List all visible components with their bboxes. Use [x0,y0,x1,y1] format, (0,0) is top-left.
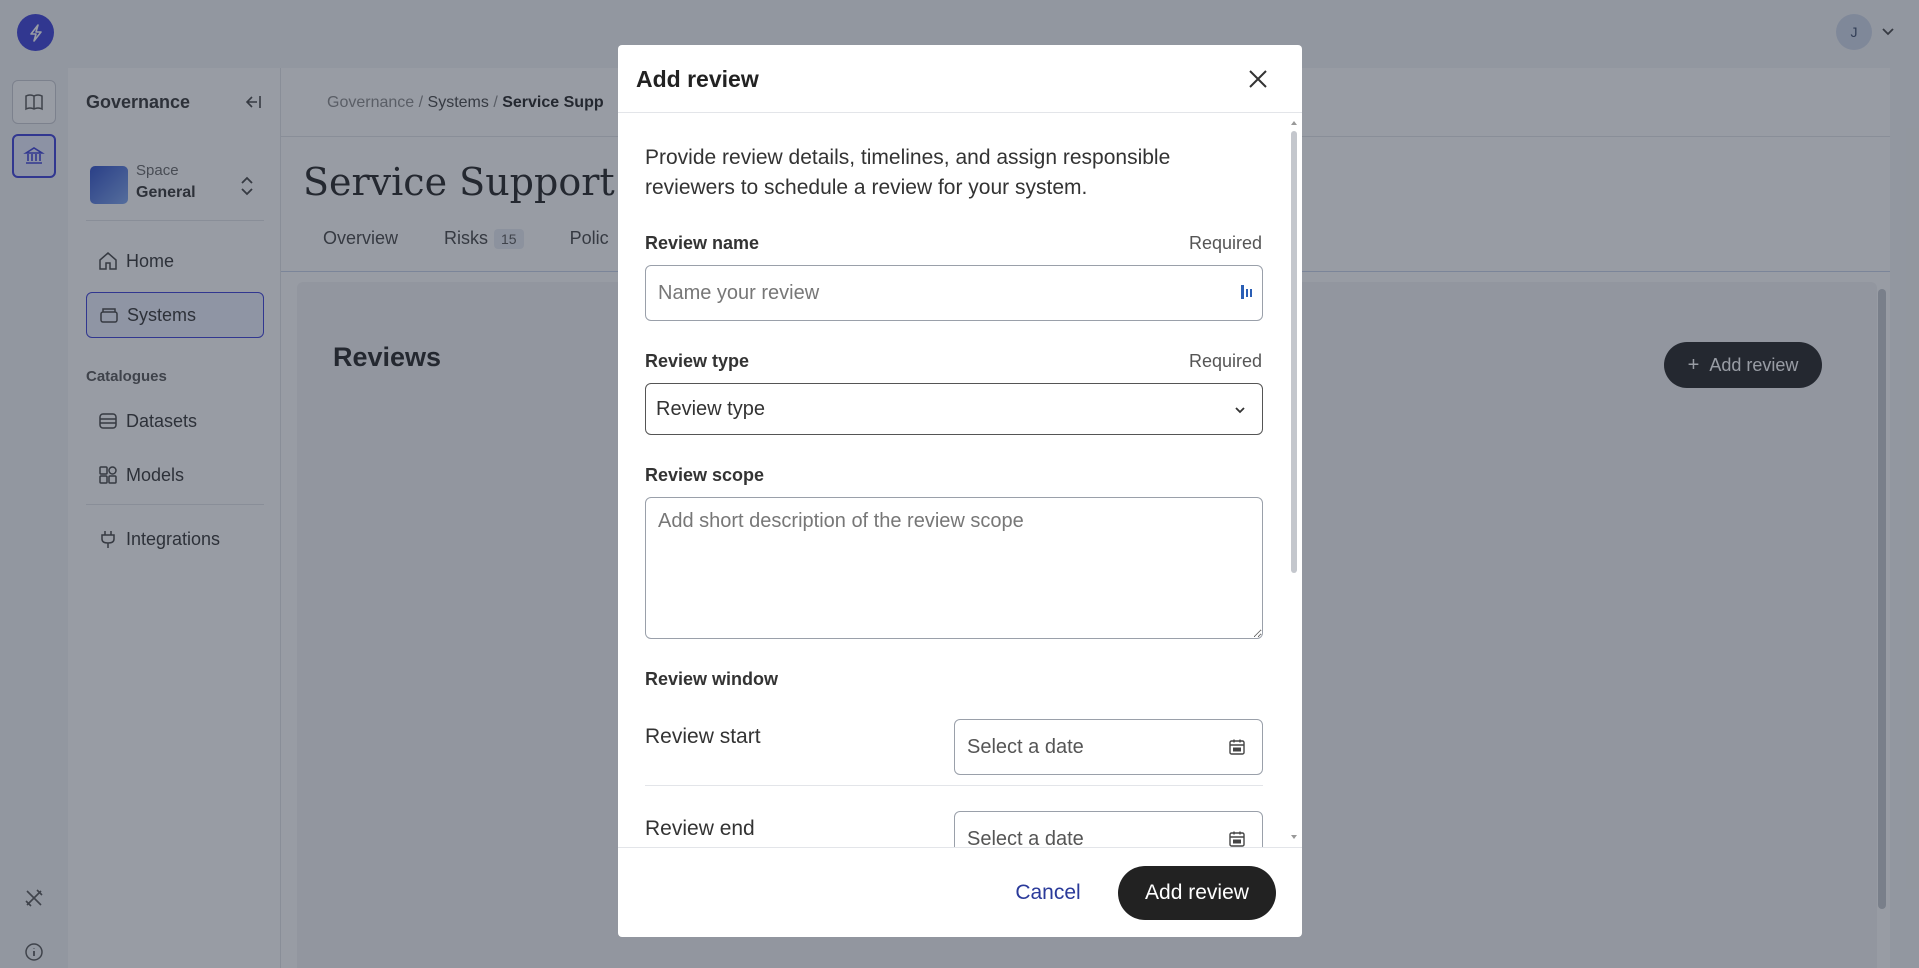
review-start-placeholder: Select a date [967,735,1084,758]
dialog-scrollbar[interactable] [1290,119,1298,841]
review-start-date-picker[interactable]: Select a date [954,719,1263,775]
review-end-date-picker[interactable]: Select a date [954,811,1263,847]
review-start-label: Review start [645,725,761,748]
review-type-value: Review type [656,397,765,420]
scroll-up-arrow-icon[interactable] [1290,119,1298,127]
dialog-description: Provide review details, timelines, and a… [645,146,1171,199]
review-type-label: Review type [645,351,750,371]
dialog-footer: Cancel Add review [618,847,1302,937]
dialog-body: Provide review details, timelines, and a… [618,113,1302,847]
calendar-icon [1228,830,1246,847]
review-type-select[interactable]: Review type [645,383,1263,435]
review-end-placeholder: Select a date [967,827,1084,848]
review-scope-textarea[interactable] [645,497,1263,639]
review-scope-label: Review scope [645,465,765,485]
calendar-icon [1228,738,1246,756]
close-button[interactable] [1242,63,1274,95]
add-review-dialog: Add review Provide review details, timel… [618,45,1302,937]
review-name-label: Review name [645,233,760,253]
submit-add-review-button[interactable]: Add review [1118,866,1276,920]
dialog-title: Add review [636,66,759,92]
review-name-wrapper [618,265,1302,321]
dialog-header: Add review [618,45,1302,113]
review-end-label: Review end [645,817,755,840]
review-name-required: Required [1188,233,1262,253]
scroll-down-arrow-icon[interactable] [1290,833,1298,841]
review-window-label: Review window [645,669,779,689]
scrollbar-thumb[interactable] [1291,131,1297,573]
review-name-input[interactable] [645,265,1263,321]
password-manager-icon[interactable] [1240,283,1258,305]
cancel-button[interactable]: Cancel [998,868,1098,918]
divider [645,785,1263,786]
review-type-required: Required [1188,351,1262,371]
chevron-down-icon [1230,400,1250,420]
close-icon [1249,70,1267,88]
